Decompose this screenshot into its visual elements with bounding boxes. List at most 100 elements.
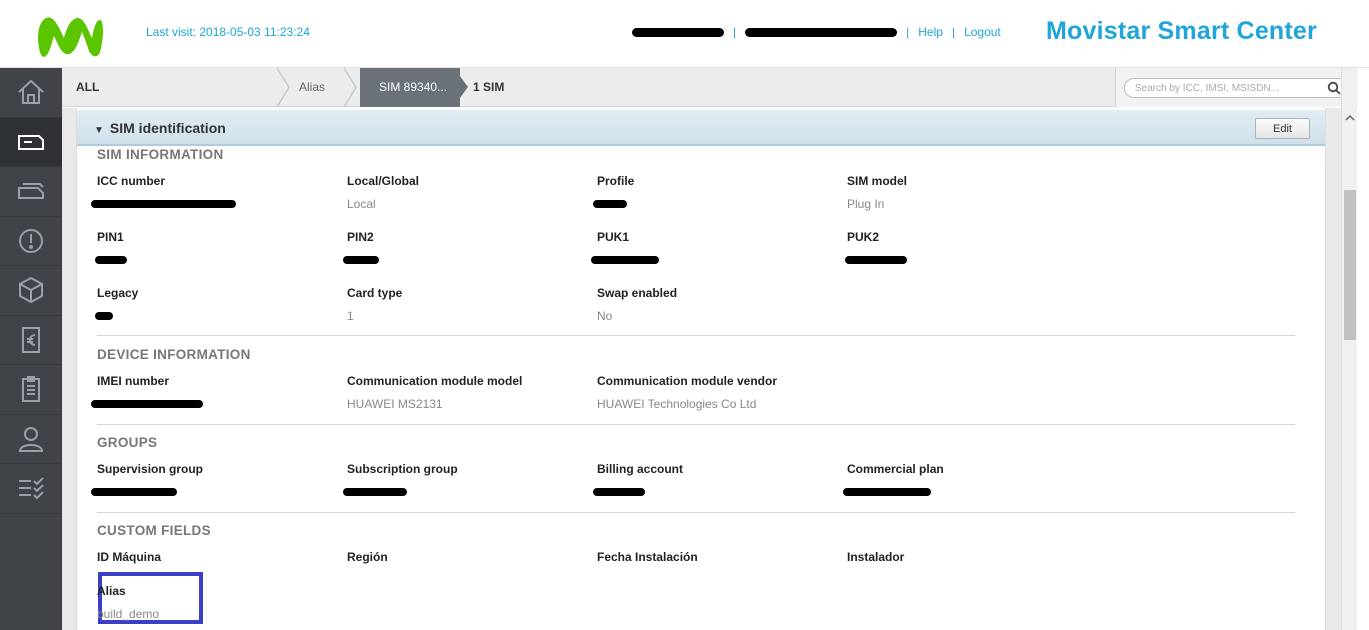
panel-title-text: SIM identification: [109, 120, 226, 136]
subscription-group-label: Subscription group: [347, 462, 458, 476]
sidebar-item-tasks[interactable]: [0, 464, 62, 514]
local-global-label: Local/Global: [347, 174, 420, 188]
breadcrumb-all[interactable]: ALL: [76, 68, 99, 107]
tag-icon: [18, 183, 44, 200]
pin2-label: PIN2: [347, 230, 374, 244]
breadcrumb-separator: [343, 68, 357, 107]
page-scrollbar[interactable]: [1341, 68, 1357, 630]
redacted-imei-value: [91, 400, 203, 408]
sidebar-item-reports[interactable]: [0, 365, 62, 415]
section-title-sim-information: SIM INFORMATION: [97, 147, 224, 162]
sidebar-item-home[interactable]: [0, 68, 62, 118]
section-title-custom-fields: CUSTOM FIELDS: [97, 523, 211, 538]
help-link[interactable]: Help: [918, 25, 943, 39]
card-type-value: 1: [347, 309, 354, 323]
section-divider: [97, 512, 1295, 513]
breadcrumb-separator: [276, 68, 290, 107]
search-icon[interactable]: [1327, 81, 1341, 95]
sidebar-item-tags[interactable]: [0, 167, 62, 217]
legacy-label: Legacy: [97, 286, 139, 300]
main-content: ▼ SIM identification Edit SIM INFORMATION…: [62, 108, 1341, 630]
billing-account-label: Billing account: [597, 462, 684, 476]
sidebar: [0, 68, 62, 630]
logout-link[interactable]: Logout: [964, 25, 1001, 39]
redacted-account: [745, 27, 898, 37]
card-type-label: Card type: [347, 286, 403, 300]
redacted-pin2-value: [343, 256, 379, 264]
breadcrumb-alias[interactable]: Alias: [299, 68, 325, 107]
panel-title[interactable]: ▼ SIM identification: [94, 120, 226, 136]
sim-card-icon: [18, 134, 44, 150]
sidebar-item-sims[interactable]: [0, 117, 62, 167]
breadcrumb-sim[interactable]: SIM 89340...: [379, 68, 447, 107]
redacted-icc-value: [91, 200, 236, 208]
collapse-triangle-icon[interactable]: ▼: [94, 125, 104, 136]
separator: |: [951, 25, 956, 39]
module-model-label: Communication module model: [347, 374, 523, 388]
section-title-device-information: DEVICE INFORMATION: [97, 347, 251, 362]
sim-model-label: SIM model: [847, 174, 908, 188]
module-model-value: HUAWEI MS2131: [347, 397, 443, 411]
last-visit-text: Last visit: 2018-05-03 11:23:24: [146, 25, 310, 39]
search-input[interactable]: [1135, 81, 1315, 95]
scroll-up-arrow-icon[interactable]: [1342, 110, 1358, 126]
panel-header[interactable]: ▼ SIM identification Edit: [77, 110, 1325, 146]
alert-icon: [19, 228, 43, 253]
checklist-icon: [19, 477, 44, 500]
separator: |: [906, 25, 910, 39]
redacted-username: [632, 27, 724, 37]
redacted-commercial-plan-link[interactable]: [843, 488, 931, 496]
sidebar-item-alerts[interactable]: [0, 217, 62, 266]
sidebar-item-products[interactable]: [0, 266, 62, 316]
puk2-label: PUK2: [847, 230, 880, 244]
search-box: [1124, 78, 1348, 98]
alias-label: Alias: [97, 584, 126, 598]
search-area: [1115, 68, 1358, 107]
icc-number-label: ICC number: [97, 174, 166, 188]
alias-value: build_demo: [97, 607, 160, 621]
redacted-supervision-link[interactable]: [91, 488, 177, 496]
clipboard-icon: [22, 376, 40, 403]
sidebar-item-users[interactable]: [0, 415, 62, 464]
scrollbar-thumb[interactable]: [1344, 190, 1356, 340]
breadcrumb-sim-count: 1 SIM: [473, 80, 505, 94]
instalador-label: Instalador: [847, 550, 905, 564]
movistar-logo[interactable]: [34, 8, 106, 60]
redacted-subscription-link[interactable]: [343, 488, 407, 496]
breadcrumb: ALL Alias SIM 89340... 1 SIM: [62, 68, 1358, 107]
sim-model-value: Plug In: [847, 197, 885, 211]
section-divider: [97, 335, 1295, 336]
section-title-groups: GROUPS: [97, 435, 158, 450]
cube-icon: [19, 277, 43, 304]
sim-identification-panel: ▼ SIM identification Edit SIM INFORMATION…: [76, 108, 1326, 630]
top-bar: Last visit: 2018-05-03 11:23:24 | | Help…: [0, 0, 1369, 68]
swap-enabled-value: No: [597, 309, 613, 323]
sidebar-item-billing[interactable]: [0, 316, 62, 365]
redacted-billing-link[interactable]: [593, 488, 645, 496]
redacted-puk1-value: [591, 256, 659, 264]
module-vendor-value: HUAWEI Technologies Co Ltd: [597, 397, 757, 411]
redacted-profile-value: [593, 200, 627, 208]
module-vendor-label: Communication module vendor: [597, 374, 778, 388]
id-maquina-label: ID Máquina: [97, 550, 162, 564]
user-icon: [18, 426, 44, 452]
user-links: | | Help | Logout: [632, 25, 1001, 39]
separator: |: [733, 25, 737, 39]
puk1-label: PUK1: [597, 230, 630, 244]
brand-title: Movistar Smart Center: [1046, 17, 1317, 45]
commercial-plan-label: Commercial plan: [847, 462, 944, 476]
profile-label: Profile: [597, 174, 635, 188]
breadcrumb-active-arrow: [454, 68, 468, 106]
edit-button[interactable]: Edit: [1255, 118, 1310, 139]
swap-enabled-label: Swap enabled: [597, 286, 678, 300]
region-label: Región: [347, 550, 388, 564]
billing-euro-icon: [22, 326, 40, 353]
redacted-pin1-value: [95, 256, 127, 264]
pin1-label: PIN1: [97, 230, 124, 244]
local-global-value: Local: [347, 197, 376, 211]
imei-number-label: IMEI number: [97, 374, 170, 388]
home-icon: [18, 79, 44, 105]
redacted-legacy-value: [95, 312, 113, 320]
redacted-puk2-value: [845, 256, 907, 264]
section-divider: [97, 424, 1295, 425]
